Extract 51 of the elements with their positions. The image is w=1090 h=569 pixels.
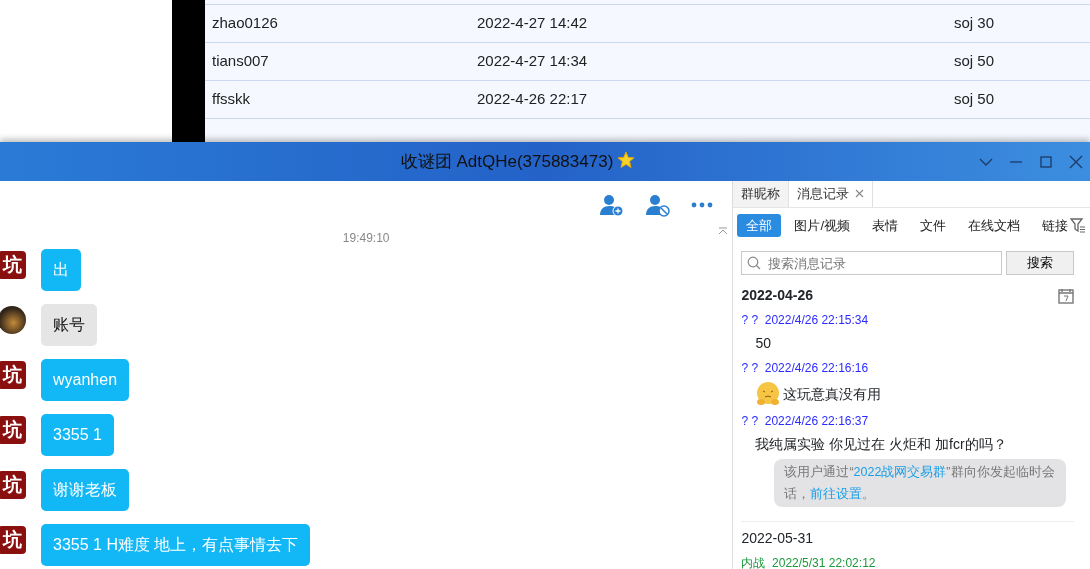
table-cell: soj 50 <box>954 90 995 108</box>
message-text: 50 <box>755 334 771 354</box>
search-field[interactable]: 搜索消息记录 <box>741 251 1002 276</box>
avatar[interactable]: 坑 <box>0 471 26 499</box>
date-heading: 2022-05-31 <box>741 529 813 549</box>
add-user-icon[interactable] <box>598 193 625 217</box>
filter-tab[interactable]: 全部 <box>737 213 782 238</box>
tab[interactable]: 群昵称 <box>733 181 789 207</box>
message-sender-time: ? ? 2022/4/26 22:16:37 <box>741 413 870 431</box>
table-cell: soj 30 <box>954 14 995 32</box>
message-bubble: wyanhen <box>41 359 130 401</box>
message-bubble: 账号 <box>41 304 97 346</box>
tab[interactable]: 消息记录 <box>788 181 874 207</box>
filter-tab[interactable]: 链接 <box>1033 213 1070 238</box>
message-sender-time: 内战 2022/5/31 22:02:12 <box>741 555 877 569</box>
date-heading: 2022-04-26 <box>741 286 813 306</box>
avatar[interactable]: 坑 <box>0 416 26 444</box>
emoji-icon <box>755 381 782 408</box>
message-text: 这玩意真没有用 <box>783 384 882 404</box>
message-bubble: 谢谢老板 <box>41 469 129 511</box>
system-notice: 该用户通过“2022战网交易群”群向你发起临时会话，前往设置。 <box>774 459 1066 508</box>
table-cell: 2022-4-27 14:42 <box>477 14 588 32</box>
filter-icon[interactable] <box>1070 217 1086 234</box>
message-bubble: 出 <box>41 249 81 291</box>
filter-tab[interactable]: 图片/视频 <box>785 213 859 238</box>
table-cell: 2022-4-27 14:34 <box>477 52 588 70</box>
table-cell: ffsskk <box>212 90 251 108</box>
avatar[interactable]: 坑 <box>0 251 26 279</box>
filter-tab[interactable]: 表情 <box>863 213 907 238</box>
collapse-icon[interactable] <box>718 227 729 235</box>
message-sender-time: ? ? 2022/4/26 22:16:16 <box>741 360 870 378</box>
avatar[interactable] <box>0 306 26 334</box>
avatar[interactable]: 坑 <box>0 526 26 554</box>
message-sender-time: ? ? 2022/4/26 22:15:34 <box>741 312 870 330</box>
star-icon <box>617 150 636 169</box>
calendar-icon <box>1058 287 1074 304</box>
window-title: 收谜团 AdtQHe(375883473) <box>400 151 614 171</box>
table-cell: zhao0126 <box>212 14 278 32</box>
close-icon[interactable] <box>855 189 865 199</box>
filter-tab[interactable]: 在线文档 <box>959 213 1029 238</box>
search-button[interactable]: 搜索 <box>1006 251 1074 276</box>
table-cell: soj 50 <box>954 52 995 70</box>
message-bubble: 3355 1 H难度 地上，有点事情去下 <box>41 524 311 566</box>
message-text: 我纯属实验 你见过在 火炬和 加fcr的吗？ <box>755 435 1007 455</box>
table-cell: tians007 <box>212 52 269 70</box>
message-bubble: 3355 1 <box>41 414 114 456</box>
block-user-icon[interactable] <box>644 193 671 217</box>
message-time: 19:49:10 <box>342 231 390 245</box>
table-cell: 2022-4-26 22:17 <box>477 90 588 108</box>
avatar[interactable]: 坑 <box>0 361 26 389</box>
filter-tab[interactable]: 文件 <box>911 213 955 238</box>
